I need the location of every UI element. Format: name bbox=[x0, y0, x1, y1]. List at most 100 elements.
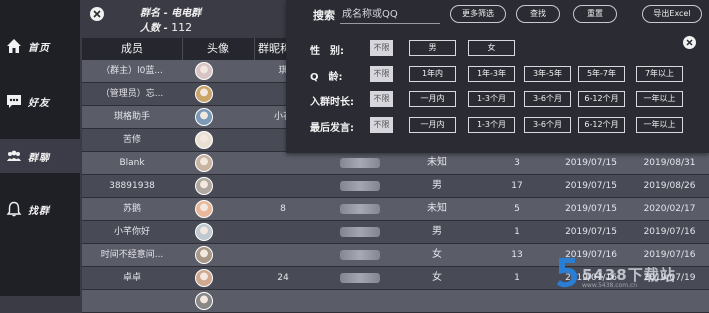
filter-option[interactable]: 不限 bbox=[370, 40, 393, 56]
search-label: 搜索 bbox=[313, 9, 335, 22]
avatar[interactable] bbox=[195, 62, 213, 80]
avatar[interactable] bbox=[195, 85, 213, 103]
cell-nickname bbox=[254, 175, 312, 197]
column-header-member[interactable]: 成员 bbox=[82, 38, 183, 60]
filter-option[interactable]: 6-12个月 bbox=[578, 117, 625, 133]
filter-option[interactable]: 6-12个月 bbox=[578, 91, 625, 107]
avatar[interactable] bbox=[195, 246, 213, 264]
cell-nickname bbox=[254, 152, 312, 174]
avatar[interactable] bbox=[195, 200, 213, 218]
redacted-qq-number bbox=[340, 181, 380, 191]
filter-label: 最后发言: bbox=[310, 123, 354, 134]
more-filter-button[interactable]: 更多筛选 bbox=[450, 5, 506, 23]
column-header-avatar[interactable]: 头像 bbox=[182, 38, 255, 60]
reset-button[interactable]: 重置 bbox=[573, 5, 617, 23]
filter-option[interactable]: 1年-3年 bbox=[468, 66, 515, 82]
cell-member-name: 卓卓 bbox=[122, 273, 141, 283]
cell-join-date: 2019/07/15 bbox=[565, 158, 617, 168]
member-count: 人数 - 112 bbox=[140, 19, 192, 34]
cell-join-date bbox=[552, 290, 630, 312]
table-row[interactable]: 小芊你好 男 1 2019/07/15 2019/07/16 bbox=[82, 221, 709, 244]
group-icon bbox=[7, 150, 21, 161]
filter-option[interactable]: 不限 bbox=[370, 66, 393, 82]
filter-option[interactable]: 1年内 bbox=[409, 66, 456, 82]
watermark-url: www.5438.com.cn bbox=[582, 282, 638, 289]
find-button[interactable]: 查找 bbox=[516, 5, 560, 23]
cell-last-speak: 2019/07/16 bbox=[643, 227, 696, 237]
member-count-value: 112 bbox=[171, 21, 193, 34]
avatar[interactable] bbox=[195, 154, 213, 172]
filter-option[interactable]: 一月内 bbox=[409, 117, 456, 133]
table-row[interactable]: 38891938 男 17 2019/07/15 2019/08/26 bbox=[82, 175, 709, 198]
filter-option[interactable]: 3年-5年 bbox=[524, 66, 571, 82]
filter-option[interactable]: 3-6个月 bbox=[524, 91, 571, 107]
cell-q-age: 5 bbox=[514, 204, 520, 214]
filter-option[interactable]: 一月内 bbox=[409, 91, 456, 107]
sidebar-item-label: 找群 bbox=[28, 205, 50, 217]
avatar[interactable] bbox=[195, 292, 213, 310]
sidebar-item-groups[interactable]: 群聊 bbox=[0, 139, 80, 173]
cell-nickname: 8 bbox=[280, 204, 286, 214]
cell-nickname bbox=[254, 221, 312, 243]
cell-join-date: 2019/07/15 bbox=[565, 204, 617, 214]
panel-close-button[interactable] bbox=[683, 36, 696, 49]
table-row[interactable] bbox=[82, 290, 709, 313]
filter-option[interactable]: 3-6个月 bbox=[524, 117, 571, 133]
home-icon bbox=[7, 39, 21, 53]
cell-q-age: 17 bbox=[511, 181, 523, 191]
export-excel-button[interactable]: 导出Excel bbox=[642, 5, 702, 23]
cell-member-name: （管理员）忘... bbox=[100, 89, 164, 99]
filter-option[interactable]: 5年-7年 bbox=[578, 66, 625, 82]
filter-label: 入群时长: bbox=[310, 97, 354, 108]
cell-member-name: 小芊你好 bbox=[113, 227, 150, 237]
sidebar-item-home[interactable]: 首页 bbox=[0, 29, 80, 63]
cell-nickname bbox=[254, 244, 312, 266]
cell-gender: 女 bbox=[432, 249, 442, 260]
avatar[interactable] bbox=[195, 108, 213, 126]
cell-nickname: 24 bbox=[277, 273, 289, 283]
sidebar-item-find-group[interactable]: 找群 bbox=[0, 192, 80, 226]
avatar[interactable] bbox=[195, 131, 213, 149]
cell-member-name: （群主）l0蓝... bbox=[101, 66, 163, 76]
filter-option[interactable]: 男 bbox=[409, 40, 456, 56]
cell-gender: 男 bbox=[432, 180, 442, 191]
cell-member-name: 时间不经意间... bbox=[100, 250, 164, 260]
filter-option[interactable]: 一年以上 bbox=[636, 117, 683, 133]
cell-member-name bbox=[82, 290, 182, 312]
filter-option[interactable]: 一年以上 bbox=[636, 91, 683, 107]
cell-member-name: 38891938 bbox=[109, 181, 155, 191]
redacted-qq-number bbox=[340, 204, 380, 214]
filter-option[interactable]: 7年以上 bbox=[636, 66, 683, 82]
close-button[interactable] bbox=[90, 7, 104, 21]
sidebar-item-label: 首页 bbox=[28, 42, 50, 54]
cell-last-speak: 2019/08/26 bbox=[643, 181, 696, 191]
sidebar-item-label: 群聊 bbox=[28, 152, 50, 164]
cell-member-name: Blank bbox=[119, 158, 145, 168]
cell-gender: 女 bbox=[432, 272, 442, 283]
member-count-label: 人数 - bbox=[140, 23, 168, 34]
cell-q-age: 3 bbox=[514, 158, 520, 168]
filter-panel: 搜索 更多筛选 查找 重置 导出Excel 性 别:不限男女Q 龄:不限1年内1… bbox=[286, 0, 709, 153]
filter-option[interactable]: 女 bbox=[468, 40, 515, 56]
close-icon bbox=[93, 10, 101, 18]
cell-join-date: 2019/07/15 bbox=[565, 181, 617, 191]
avatar[interactable] bbox=[195, 269, 213, 287]
table-row[interactable]: 苏鹅 8 未知 5 2019/07/15 2020/02/17 bbox=[82, 198, 709, 221]
cell-member-name: 苏鹅 bbox=[122, 204, 141, 214]
cell-member-name: 琪格助手 bbox=[113, 112, 150, 122]
filter-option[interactable]: 1-3个月 bbox=[468, 117, 515, 133]
sidebar-item-label: 好友 bbox=[28, 97, 50, 109]
filter-option[interactable]: 不限 bbox=[370, 91, 393, 107]
filter-label: Q 龄: bbox=[310, 72, 343, 83]
filter-option[interactable]: 不限 bbox=[370, 117, 393, 133]
avatar[interactable] bbox=[195, 223, 213, 241]
cell-last-speak: 2020/02/17 bbox=[643, 204, 696, 214]
group-name: 群名 - 电电群 bbox=[140, 8, 202, 19]
filter-option[interactable]: 1-3个月 bbox=[468, 91, 515, 107]
sidebar-item-friends[interactable]: 好友 bbox=[0, 84, 80, 118]
table-row[interactable]: Blank 未知 3 2019/07/15 2019/08/31 bbox=[82, 152, 709, 175]
avatar[interactable] bbox=[195, 177, 213, 195]
bell-icon bbox=[6, 201, 22, 217]
close-icon bbox=[686, 39, 693, 46]
search-input[interactable] bbox=[340, 5, 440, 24]
